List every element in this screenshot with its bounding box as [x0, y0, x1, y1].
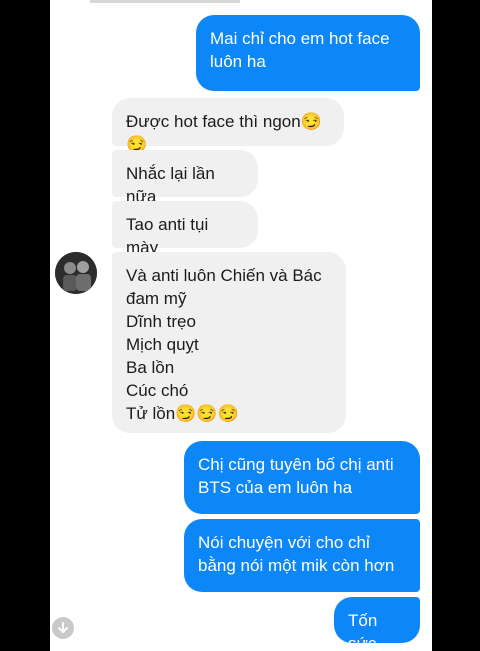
message-outgoing-4[interactable]: Tốn sức	[334, 597, 420, 651]
previous-message-edge	[90, 0, 240, 3]
message-outgoing-2[interactable]: Chị cũng tuyên bố chị anti BTS của em lu…	[184, 441, 420, 514]
scroll-down-button[interactable]	[52, 617, 74, 639]
message-incoming-1[interactable]: Được hot face thì ngon😏😏	[112, 98, 344, 154]
avatar[interactable]	[55, 252, 97, 294]
message-incoming-2[interactable]: Nhắc lại lần nữa	[112, 150, 258, 206]
chat-window: Mai chỉ cho em hot face luôn ha Được hot…	[50, 0, 432, 651]
avatar-image	[55, 252, 97, 294]
message-outgoing-1[interactable]: Mai chỉ cho em hot face luôn ha	[196, 15, 420, 91]
message-outgoing-3[interactable]: Nói chuyện với cho chỉ bằng nói một mik …	[184, 519, 420, 592]
arrow-down-circle-icon	[58, 622, 68, 633]
message-incoming-3[interactable]: Tao anti tụi mày	[112, 201, 258, 257]
message-incoming-4[interactable]: Và anti luôn Chiến và Bác đam mỹ Dĩnh tr…	[112, 252, 346, 433]
